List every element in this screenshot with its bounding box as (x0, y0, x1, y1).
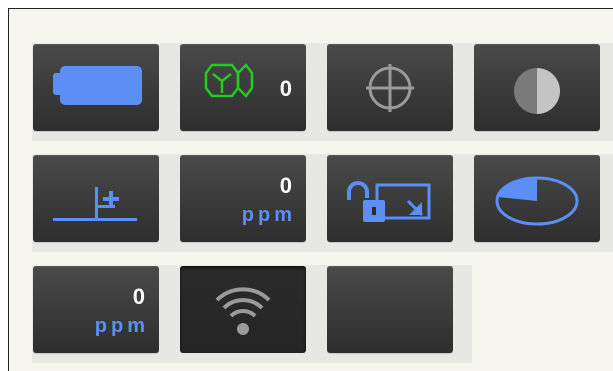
wireless-button[interactable] (180, 266, 306, 353)
ppm-button-2[interactable]: 0 ppm (33, 266, 159, 353)
height-offset-icon (53, 187, 137, 221)
unlock-screen-icon (347, 181, 431, 222)
prism-constant-value: 0 (279, 76, 292, 101)
disk-button[interactable] (474, 155, 600, 242)
ppm-unit-label: ppm (241, 204, 296, 226)
crosshair-target-icon (366, 64, 414, 112)
wifi-signal-icon (215, 287, 271, 335)
half-circle-contrast-icon (514, 68, 560, 114)
ppm-value: 0 (132, 284, 145, 309)
instrument-height-button[interactable] (33, 155, 159, 242)
battery-icon (53, 66, 142, 105)
prism-button[interactable]: 0 (180, 44, 306, 131)
ppm-unit-label: ppm (94, 315, 149, 337)
laser-button[interactable] (474, 44, 600, 131)
ppm-button-1[interactable]: 0 ppm (180, 155, 306, 242)
battery-button[interactable] (33, 44, 159, 131)
lock-button[interactable] (327, 155, 453, 242)
blank-button[interactable] (327, 266, 453, 353)
status-panel: 0 0 ppm 0 ppm (8, 8, 613, 371)
ppm-value: 0 (279, 173, 292, 198)
target-button[interactable] (327, 44, 453, 131)
disk-capacity-icon (495, 176, 579, 226)
